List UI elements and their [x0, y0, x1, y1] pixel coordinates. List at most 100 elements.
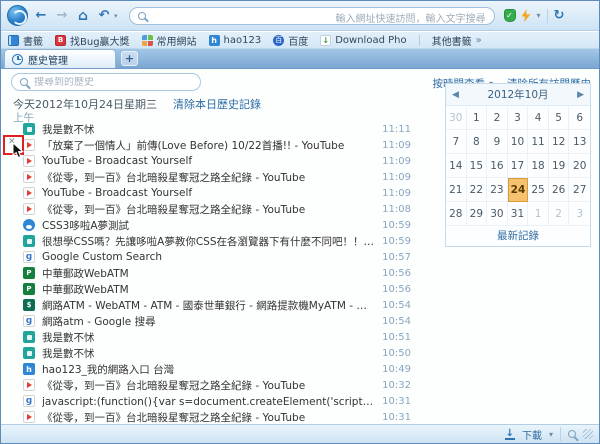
home-button[interactable] — [75, 2, 91, 30]
history-entry[interactable]: 網路ATM - WebATM - ATM - 國泰世華銀行 - 網路提款機MyA… — [1, 297, 413, 313]
calendar-day[interactable]: 1 — [467, 106, 488, 130]
history-entry[interactable]: YouTube - Broadcast Yourself11:09 — [1, 185, 413, 201]
calendar-day[interactable]: 14 — [446, 154, 467, 178]
undo-button[interactable] — [96, 2, 112, 30]
security-shield-icon[interactable] — [504, 9, 516, 22]
bookmark-bookmarks[interactable]: 書籤 — [8, 33, 43, 48]
resize-grip[interactable] — [583, 429, 593, 439]
calendar-day[interactable]: 31 — [508, 202, 529, 226]
bookmark-frequent-sites[interactable]: 常用網站 — [142, 33, 197, 48]
calendar-day[interactable]: 16 — [487, 154, 508, 178]
history-entry-time: 11:09 — [382, 188, 413, 199]
calendar-day[interactable]: 21 — [446, 178, 467, 202]
calendar-day[interactable]: 20 — [569, 154, 590, 178]
calendar-day[interactable]: 27 — [569, 178, 590, 202]
download-dropdown-icon[interactable] — [549, 430, 553, 439]
clear-today-link[interactable]: 清除本日歷史記錄 — [173, 96, 261, 112]
calendar-day[interactable]: 30 — [487, 202, 508, 226]
history-entry-time: 10:50 — [382, 348, 413, 359]
history-entry-title: 網路atm - Google 搜尋 — [42, 314, 375, 329]
google-favicon — [23, 315, 35, 327]
history-entry[interactable]: 中華郵政WebATM10:56 — [1, 265, 413, 281]
history-entry[interactable]: javascript:(function(){var s=document.cr… — [1, 393, 413, 409]
history-entry[interactable]: 《從零，到一百》台北暗殺星奪冠之路全紀錄 - YouTube11:09 — [1, 169, 413, 185]
history-entry[interactable]: 《從零，到一百》台北暗殺星奪冠之路全紀錄 - YouTube10:32 — [1, 377, 413, 393]
history-list: 我是數不怵11:11「放棄了一個情人」前傳(Love Before) 10/22… — [1, 121, 413, 425]
calendar-day[interactable]: 11 — [528, 130, 549, 154]
download-button[interactable]: 下載 — [522, 427, 542, 442]
calendar-day[interactable]: 25 — [528, 178, 549, 202]
calendar-day[interactable]: 3 — [569, 202, 590, 226]
calendar-prev-icon[interactable]: ◀ — [452, 90, 459, 100]
refresh-icon[interactable] — [554, 8, 565, 23]
calendar-day[interactable]: 2 — [487, 106, 508, 130]
history-entry[interactable]: 《從零，到一百》台北暗殺星奪冠之路全紀錄 - YouTube10:31 — [1, 409, 413, 425]
calendar-day[interactable]: 9 — [487, 130, 508, 154]
calendar-day[interactable]: 7 — [446, 130, 467, 154]
history-entry[interactable]: 我是數不怵11:11 — [1, 121, 413, 137]
latest-records-link[interactable]: 最新記錄 — [446, 226, 590, 246]
download-icon — [320, 35, 331, 46]
calendar-day[interactable]: 17 — [508, 154, 529, 178]
calendar-day[interactable]: 15 — [467, 154, 488, 178]
calendar-day[interactable]: 23 — [487, 178, 508, 202]
calendar-day[interactable]: 6 — [569, 106, 590, 130]
new-tab-button[interactable]: + — [121, 51, 138, 66]
history-entry-title: 中華郵政WebATM — [42, 282, 375, 297]
calendar-day[interactable]: 3 — [508, 106, 529, 130]
calendar-day[interactable]: 12 — [549, 130, 570, 154]
bookmark-baidu[interactable]: 百度 — [273, 33, 308, 48]
history-entry[interactable]: 我是數不怵10:51 — [1, 329, 413, 345]
calendar-day[interactable]: 30 — [446, 106, 467, 130]
zoom-icon[interactable] — [568, 430, 576, 438]
calendar-day[interactable]: 24 — [508, 178, 529, 202]
undo-dropdown-icon[interactable] — [114, 12, 118, 20]
forward-button[interactable] — [54, 2, 70, 30]
history-entry[interactable]: hao123_我的網路入口 台灣10:49 — [1, 361, 413, 377]
history-entry[interactable]: 我是數不怵10:50 — [1, 345, 413, 361]
back-button[interactable] — [33, 2, 49, 30]
calendar-day[interactable]: 19 — [549, 154, 570, 178]
calendar-day[interactable]: 8 — [467, 130, 488, 154]
history-search-box[interactable] — [11, 73, 201, 91]
history-entry[interactable]: YouTube - Broadcast Yourself11:09 — [1, 153, 413, 169]
calendar-next-icon[interactable]: ▶ — [577, 90, 584, 100]
calendar-day[interactable]: 4 — [528, 106, 549, 130]
history-entry[interactable]: 網路atm - Google 搜尋10:54 — [1, 313, 413, 329]
calendar-day[interactable]: 1 — [528, 202, 549, 226]
history-entry[interactable]: Google Custom Search10:57 — [1, 249, 413, 265]
history-entry[interactable]: 「放棄了一個情人」前傳(Love Before) 10/22首播!! - You… — [1, 137, 413, 153]
bookmark-download-pho[interactable]: Download Pho — [320, 35, 406, 46]
bookmark-hao123[interactable]: hao123 — [209, 35, 262, 46]
history-entry[interactable]: 很想學CSS嗎？先讓哆啦A夢教你CSS在各瀏覽器下有什麼不同吧！！我是數不怵10… — [1, 233, 413, 249]
address-input[interactable]: 輸入網址快速訪問，輸入文字搜尋 — [129, 7, 495, 25]
download-icon[interactable] — [505, 429, 515, 440]
mouse-cursor — [12, 142, 24, 164]
history-entry-time: 11:09 — [382, 140, 413, 151]
tab-history-manager[interactable]: 歷史管理 — [4, 49, 116, 68]
today-date-label: 今天2012年10月24日星期三 — [13, 96, 157, 112]
calendar-day[interactable]: 28 — [446, 202, 467, 226]
bookmark-label: 百度 — [288, 33, 308, 48]
calendar-day[interactable]: 18 — [528, 154, 549, 178]
history-entry-time: 10:56 — [382, 284, 413, 295]
calendar-day[interactable]: 10 — [508, 130, 529, 154]
history-entry[interactable]: 中華郵政WebATM 10:56 — [1, 281, 413, 297]
chevron-down-icon[interactable] — [537, 11, 541, 20]
calendar-day[interactable]: 26 — [549, 178, 570, 202]
boost-lightning-icon[interactable] — [522, 9, 531, 22]
calendar-day[interactable]: 29 — [467, 202, 488, 226]
calendar-day[interactable]: 22 — [467, 178, 488, 202]
bookmark-other-bookmarks[interactable]: 其他書籤» — [432, 33, 482, 48]
bookmark-bug-prize[interactable]: 找Bug贏大獎 — [55, 33, 130, 48]
calendar-day[interactable]: 13 — [569, 130, 590, 154]
history-entry[interactable]: CSS3哆啦A夢測試10:59 — [1, 217, 413, 233]
teal-favicon — [23, 123, 35, 135]
history-entry[interactable]: 《從零，到一百》台北暗殺星奪冠之路全紀錄 - YouTube11:08 — [1, 201, 413, 217]
history-entry-title: hao123_我的網路入口 台灣 — [42, 362, 375, 377]
calendar-day[interactable]: 2 — [549, 202, 570, 226]
browser-logo-icon — [7, 5, 28, 26]
calendar-day[interactable]: 5 — [549, 106, 570, 130]
bookmark-label: Download Pho — [335, 35, 406, 46]
history-search-input[interactable] — [34, 77, 192, 88]
